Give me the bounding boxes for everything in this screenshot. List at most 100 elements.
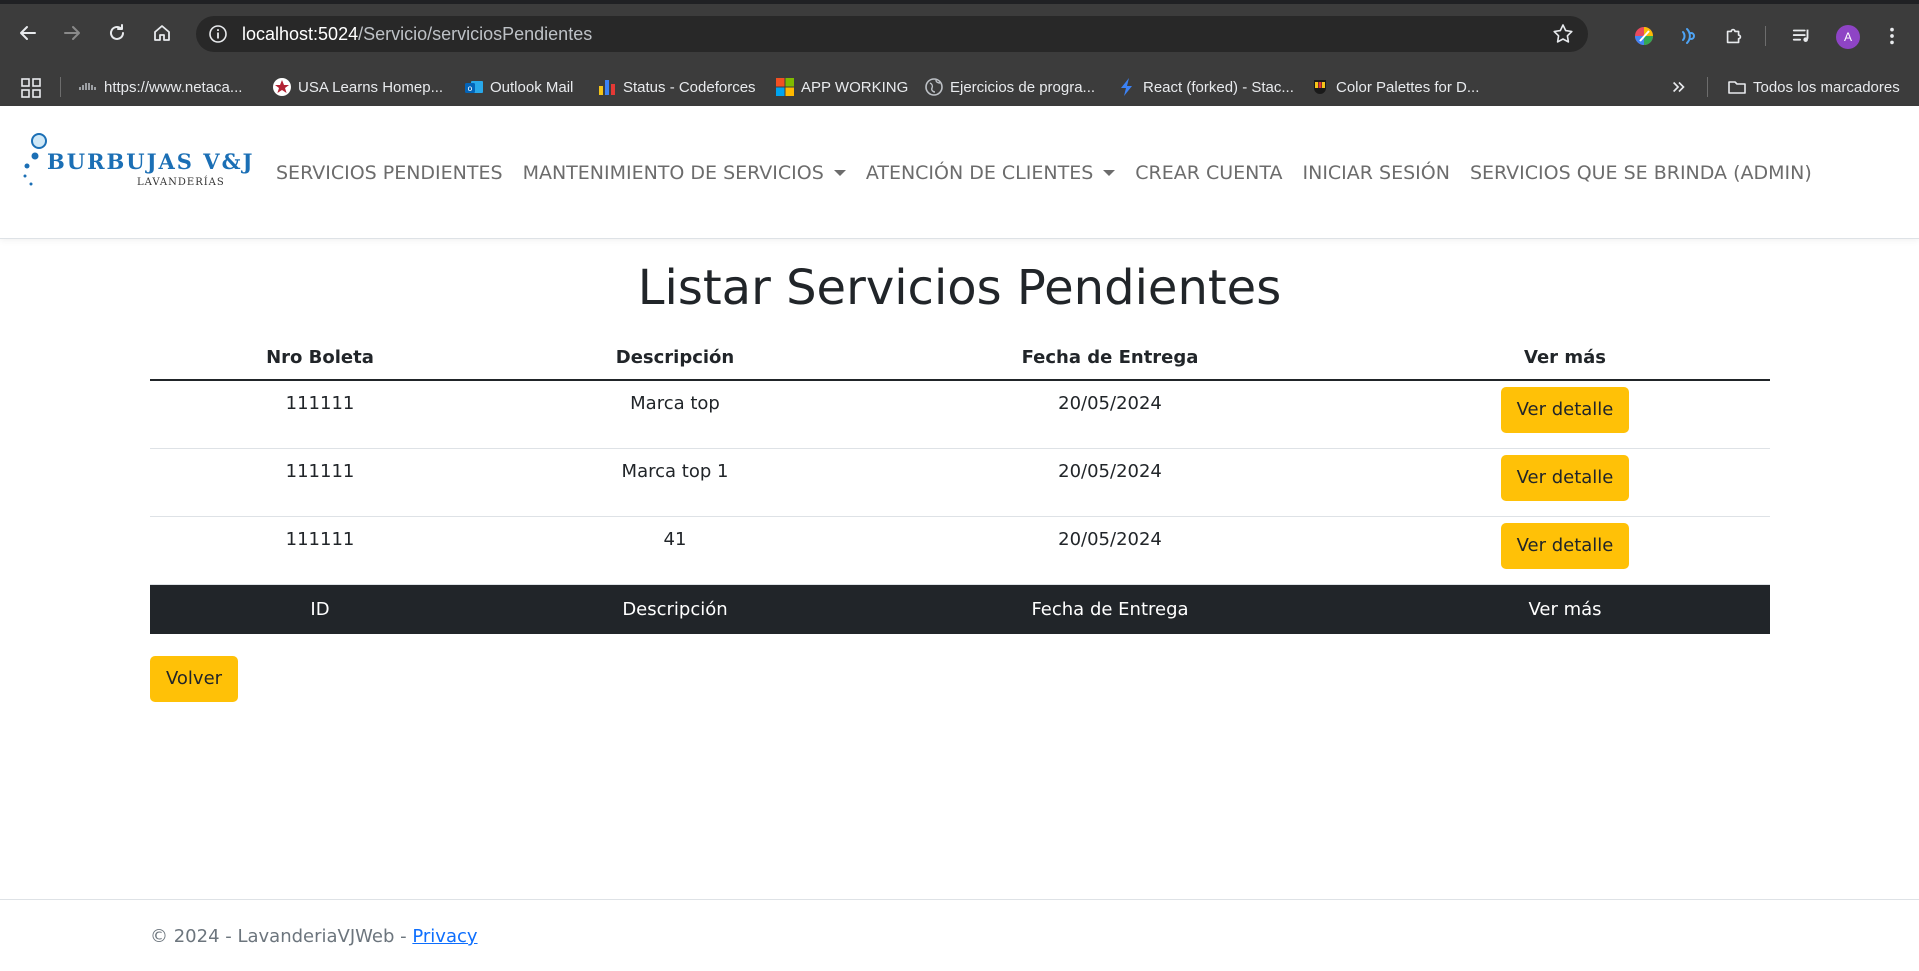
bookmark-usa-learns[interactable]: USA Learns Homep... [272,68,443,106]
profile-avatar[interactable]: A [1836,25,1860,49]
bookmark-app-working[interactable]: APP WORKING [775,68,908,106]
all-bookmarks-folder[interactable]: Todos los marcadores [1727,68,1900,106]
bookmark-outlook[interactable]: o Outlook Mail [464,68,573,106]
bookmark-label: Status - Codeforces [623,78,756,96]
cell-descripcion: Marca top [490,380,860,449]
nav-servicios-admin[interactable]: SERVICIOS QUE SE BRINDA (ADMIN) [1460,162,1822,184]
nav-label: SERVICIOS QUE SE BRINDA (ADMIN) [1469,161,1812,184]
brand-logo[interactable]: BURBUJAS V&J LAVANDERÍAS [22,132,252,194]
bookmark-codeforces[interactable]: Status - Codeforces [597,68,756,106]
media-control-icon[interactable] [1790,24,1814,48]
bookmark-color-palettes[interactable]: Color Palettes for D... [1310,68,1479,106]
page-footer: © 2024 - LavanderiaVJWeb - Privacy [0,899,1919,971]
cell-descripcion: 41 [490,516,860,585]
globe-icon [924,77,944,97]
header-fecha-entrega: Fecha de Entrega [860,335,1360,381]
star-badge-icon [272,77,292,97]
bookmarks-divider [1707,77,1708,97]
privacy-link[interactable]: Privacy [412,926,477,947]
cell-fecha: 20/05/2024 [860,380,1360,449]
nav-mantenimiento-dropdown[interactable]: MANTENIMIENTO DE SERVICIOS [513,162,856,184]
volver-button[interactable]: Volver [150,656,239,702]
table-row: 111111 41 20/05/2024 Ver detalle [150,516,1770,585]
header-ver-mas: Ver más [1360,335,1770,381]
nav-label: MANTENIMIENTO DE SERVICIOS [522,161,824,184]
outlook-icon: o [464,77,484,97]
bookmark-label: Color Palettes for D... [1336,78,1480,96]
url-text[interactable]: localhost:5024/Servicio/serviciosPendien… [242,24,592,45]
nav-atencion-dropdown[interactable]: ATENCIÓN DE CLIENTES [856,162,1125,184]
reload-icon[interactable] [102,18,132,48]
bookmark-star-icon[interactable] [1552,23,1574,45]
services-table: Nro Boleta Descripción Fecha de Entrega … [150,335,1770,634]
nav-label: SERVICIOS PENDIENTES [276,161,503,184]
more-bookmarks-chevron-icon[interactable] [1670,68,1688,106]
caret-down-icon [833,169,846,176]
color-extension-icon[interactable] [1632,24,1656,48]
cell-fecha: 20/05/2024 [860,448,1360,517]
cell-boleta: 111111 [150,516,490,585]
header-descripcion: Descripción [490,335,860,381]
ver-detalle-button[interactable]: Ver detalle [1500,387,1630,433]
cell-action: Ver detalle [1360,448,1770,517]
logo-subtitle: LAVANDERÍAS [137,177,225,188]
windows-icon [775,77,795,97]
nav-iniciar-sesion[interactable]: INICIAR SESIÓN [1293,162,1460,184]
table-footer-row: ID Descripción Fecha de Entrega Ver más [150,584,1770,634]
browser-toolbar-area: localhost:5024/Servicio/serviciosPendien… [0,0,1919,68]
nav-label: CREAR CUENTA [1135,161,1283,184]
bookmarks-bar: https://www.netaca... USA Learns Homep..… [0,68,1919,106]
bookmark-label: React (forked) - Stac... [1143,78,1294,96]
all-bookmarks-label: Todos los marcadores [1753,78,1900,96]
nav-label: ATENCIÓN DE CLIENTES [865,161,1094,184]
cell-boleta: 111111 [150,380,490,449]
table-header-row: Nro Boleta Descripción Fecha de Entrega … [150,335,1770,381]
bookmark-label: USA Learns Homep... [298,78,444,96]
wifi-extension-icon[interactable] [1677,24,1701,48]
bookmark-label: Outlook Mail [490,78,574,96]
footer-descripcion: Descripción [490,584,860,634]
table-row: 111111 Marca top 1 20/05/2024 Ver detall… [150,448,1770,517]
bookmark-netacad[interactable]: https://www.netaca... [78,68,242,106]
nav-links: SERVICIOS PENDIENTES MANTENIMIENTO DE SE… [266,106,1822,239]
site-info-icon[interactable] [208,24,228,44]
caret-down-icon [1103,169,1116,176]
footer-fecha-entrega: Fecha de Entrega [860,584,1360,634]
table-row: 111111 Marca top 20/05/2024 Ver detalle [150,380,1770,449]
extensions-puzzle-icon[interactable] [1722,24,1746,48]
url-host: localhost:5024 [242,24,359,44]
browser-menu-icon[interactable] [1880,24,1904,48]
bookmark-react[interactable]: React (forked) - Stac... [1117,68,1294,106]
svg-text:o: o [468,84,473,93]
cell-action: Ver detalle [1360,516,1770,585]
ver-detalle-button[interactable]: Ver detalle [1500,454,1630,501]
home-icon[interactable] [147,18,177,48]
footer-ver-mas: Ver más [1360,584,1770,634]
back-arrow-icon[interactable] [13,18,43,48]
footer-id: ID [150,584,490,634]
cell-boleta: 111111 [150,448,490,517]
bar-chart-icon [597,77,617,97]
footer-text: © 2024 - LavanderiaVJWeb - Privacy [150,926,478,947]
palette-icon [1310,77,1330,97]
bookmark-label: APP WORKING [801,78,909,96]
nav-label: INICIAR SESIÓN [1302,161,1450,184]
nav-servicios-pendientes[interactable]: SERVICIOS PENDIENTES [266,162,513,184]
bookmark-ejercicios[interactable]: Ejercicios de progra... [924,68,1095,106]
url-path: /Servicio/serviciosPendientes [358,24,593,44]
forward-arrow-icon[interactable] [57,18,87,48]
address-bar[interactable]: localhost:5024/Servicio/serviciosPendien… [196,16,1588,52]
cell-action: Ver detalle [1360,380,1770,449]
bookmarks-divider [60,77,61,97]
browser-toolbar: localhost:5024/Servicio/serviciosPendien… [0,4,1919,68]
toolbar-divider [1765,26,1766,46]
header-nro-boleta: Nro Boleta [150,335,490,381]
apps-grid-icon[interactable] [20,77,42,99]
copyright-text: © 2024 - LavanderiaVJWeb - [150,926,413,947]
bolt-icon [1117,77,1137,97]
cell-descripcion: Marca top 1 [490,448,860,517]
ver-detalle-button[interactable]: Ver detalle [1500,522,1630,569]
cisco-icon [78,77,98,97]
nav-crear-cuenta[interactable]: CREAR CUENTA [1125,162,1292,184]
logo-name: BURBUJAS V&J [47,149,255,174]
